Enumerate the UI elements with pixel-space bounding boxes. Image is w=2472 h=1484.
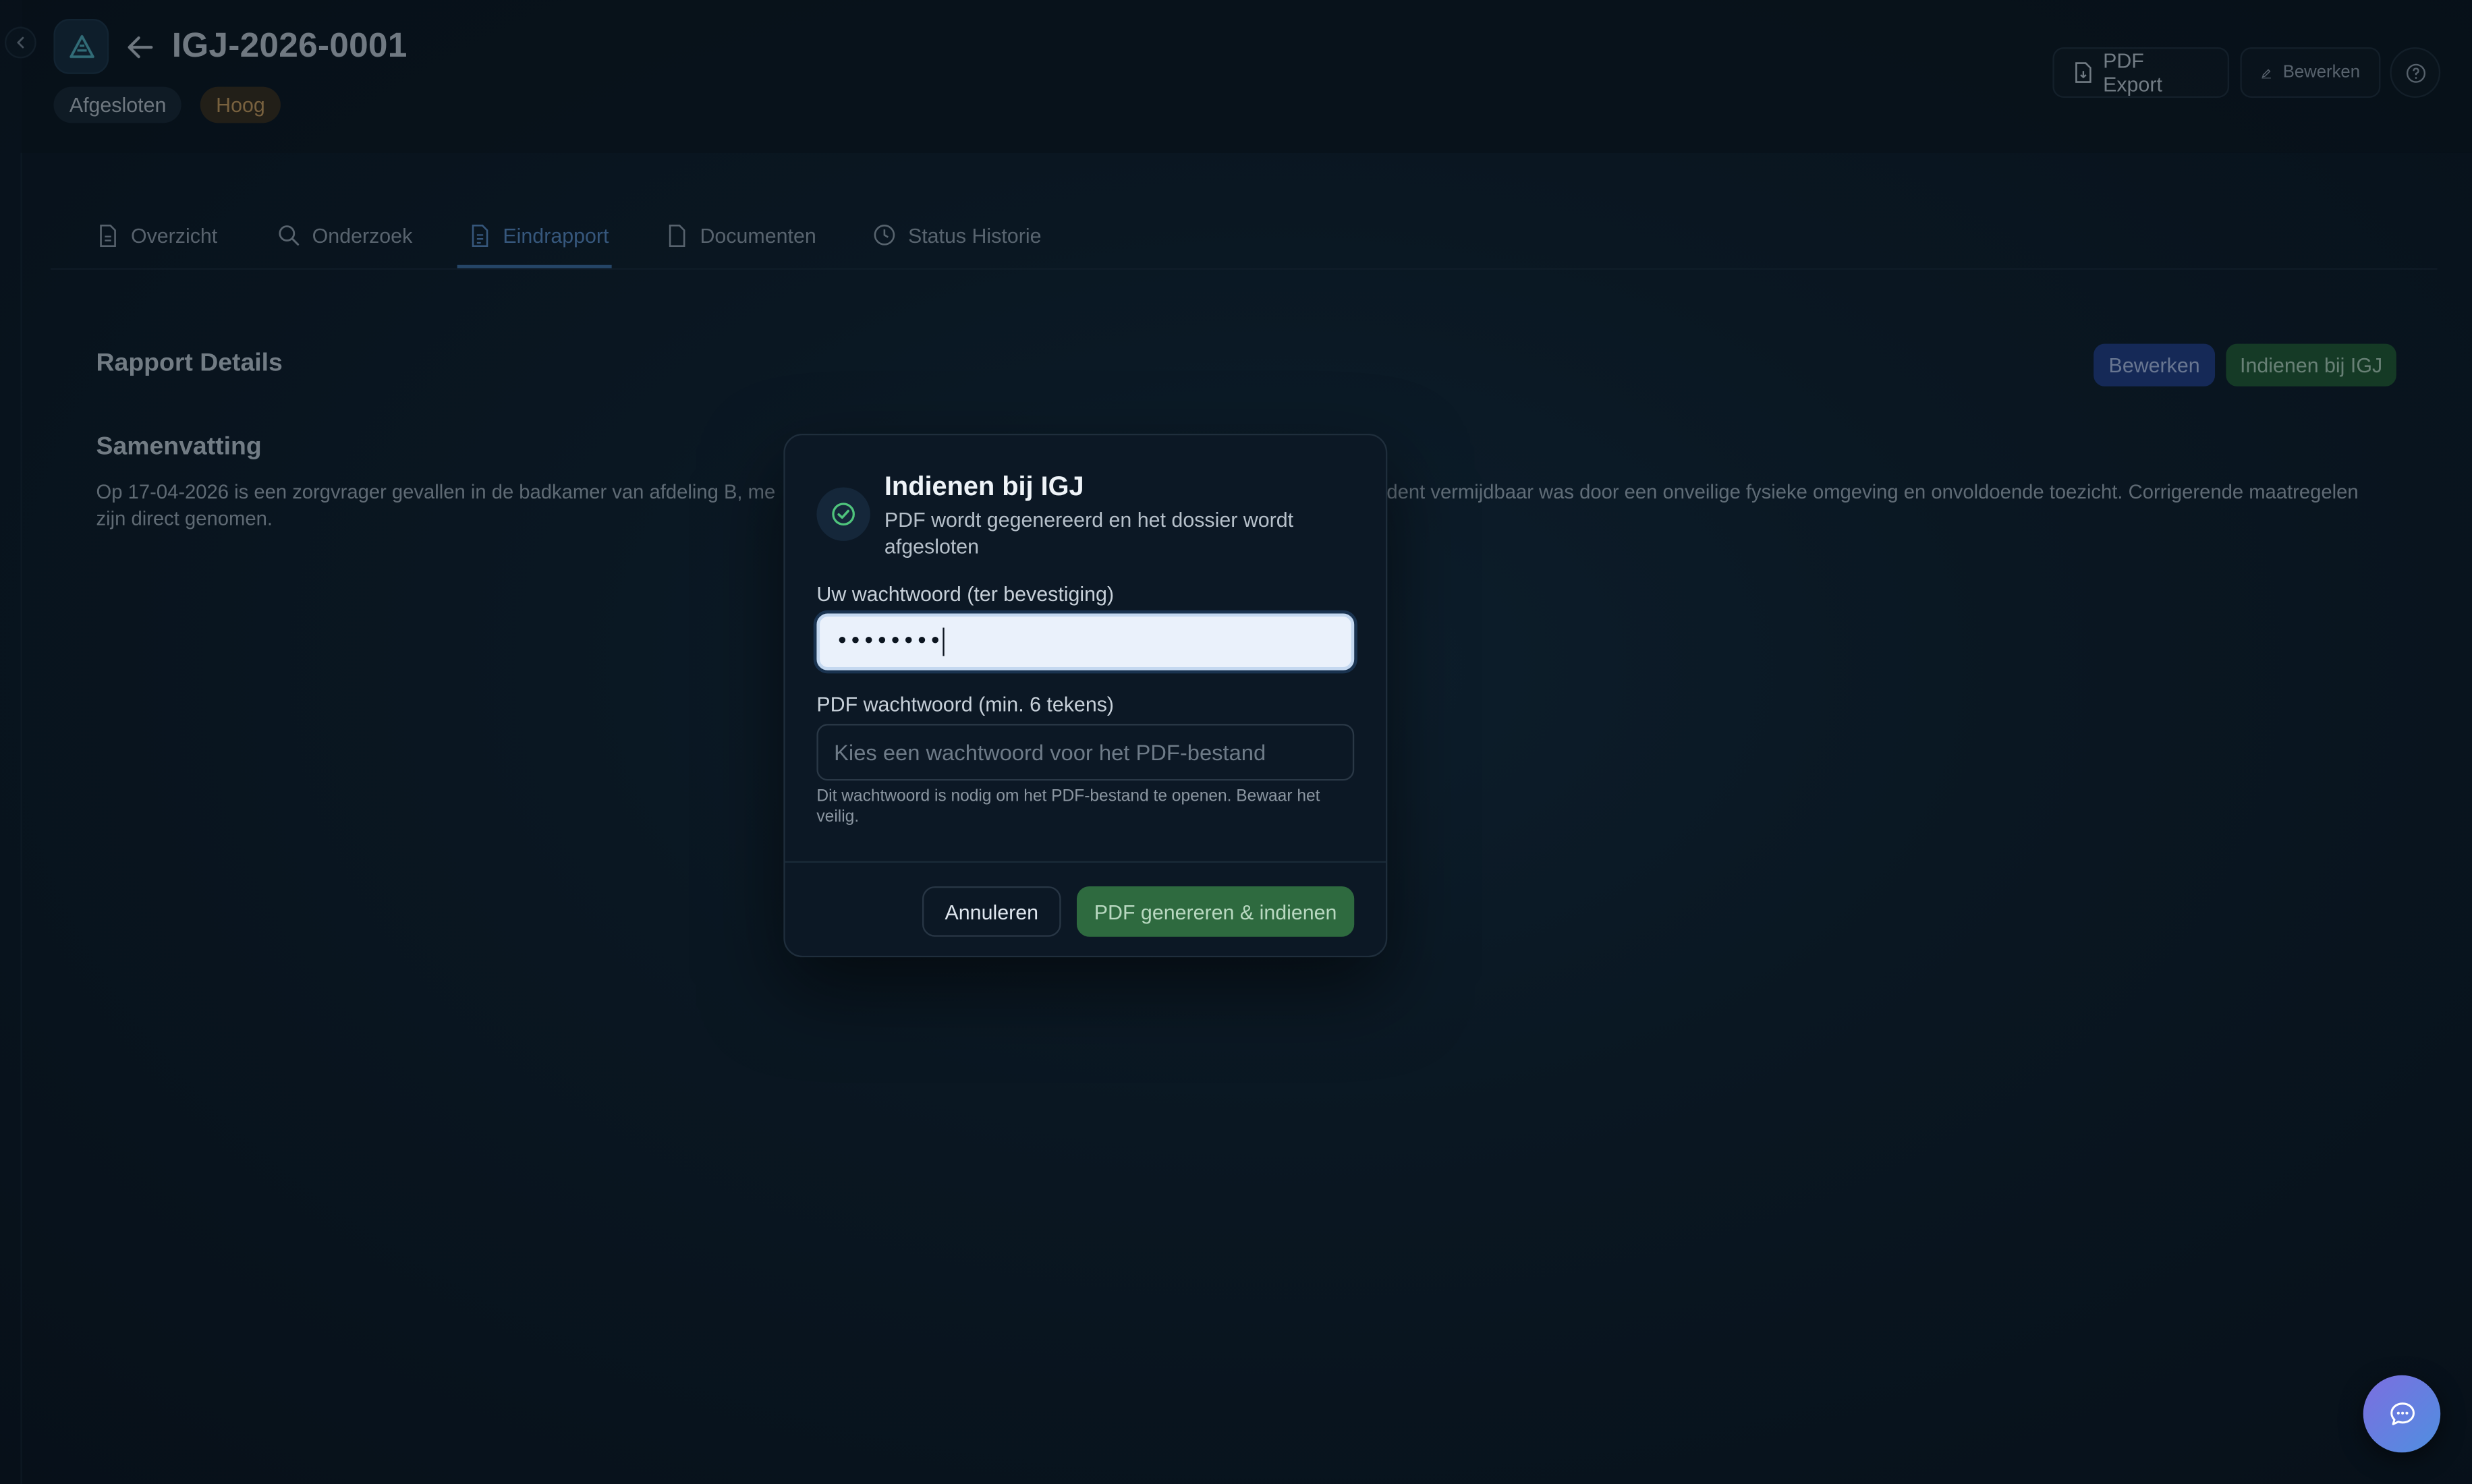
edit-icon [2262,68,2271,78]
tab-bar: Overzicht Onderzoek Eindrapport Document… [50,202,2438,270]
arrow-left-icon [128,36,153,59]
app-logo[interactable] [53,19,109,74]
dialog-title: Indienen bij IGJ [884,472,1084,502]
tab-label: Documenten [700,223,816,247]
password-label: Uw wachtwoord (ter bevestiging) [816,581,1115,606]
help-button[interactable] [2390,47,2441,98]
chevron-left-icon [16,36,24,49]
summary-text-part2: ident vermijdbaar was door een onveilige… [1382,481,2359,503]
text-caret [943,627,945,656]
pdf-export-button[interactable]: PDF Export [2052,47,2230,98]
file-icon [100,223,116,246]
page-title: IGJ-2026-0001 [171,25,408,65]
submit-igj-button[interactable]: Indienen bij IGJ [2226,343,2396,387]
report-details-title: Rapport Details [96,350,283,377]
search-icon [279,225,300,246]
priority-badge: Hoog [200,86,281,123]
password-input[interactable]: •••••••• [816,613,1355,670]
sidebar-collapse-button[interactable] [5,26,36,59]
back-button[interactable] [123,30,157,64]
dialog-subtitle: PDF wordt gegenereerd en het dossier wor… [884,507,1294,559]
pdf-export-label: PDF Export [2103,49,2162,96]
tab-label: Onderzoek [312,223,413,247]
pdf-password-placeholder: Kies een wachtwoord voor het PDF-bestand [834,739,1266,765]
summary-title: Samenvatting [96,433,262,461]
check-circle-icon [816,487,870,541]
tab-label: Eindrapport [503,223,609,247]
active-tab-indicator [457,264,612,268]
tab-eindrapport[interactable]: Eindrapport [464,202,615,268]
pdf-password-hint: Dit wachtwoord is nodig om het PDF-besta… [816,787,1320,827]
cancel-button[interactable]: Annuleren [922,886,1061,937]
document-icon [669,223,685,246]
chat-icon [2390,1402,2414,1425]
tab-label: Overzicht [130,223,218,247]
help-icon [2405,63,2425,82]
submit-dialog: Indienen bij IGJ PDF wordt gegenereerd e… [783,433,1388,958]
tab-overzicht[interactable]: Overzicht [92,202,224,268]
tab-documenten[interactable]: Documenten [661,202,822,268]
edit-report-button[interactable]: Bewerken [2094,343,2216,387]
password-value: •••••••• [835,629,943,655]
edit-header-button[interactable]: Bewerken [2240,47,2381,98]
generate-submit-button[interactable]: PDF genereren & indienen [1076,886,1355,937]
edit-header-label: Bewerken [2282,63,2361,82]
tab-onderzoek[interactable]: Onderzoek [271,202,419,268]
summary-text-line2: zijn direct genomen. [96,507,273,530]
chat-button[interactable] [2363,1375,2441,1453]
pdf-password-input[interactable]: Kies een wachtwoord voor het PDF-bestand [816,724,1355,781]
triangle-logo-icon [69,34,94,57]
dialog-divider [785,861,1386,863]
sidebar-rail [20,152,22,1484]
status-badge: Afgesloten [53,86,182,123]
pdf-password-label: PDF wachtwoord (min. 6 tekens) [816,692,1115,716]
file-download-icon [2075,62,2091,83]
tab-label: Status Historie [907,223,1042,247]
tab-status-historie[interactable]: Status Historie [867,202,1048,268]
file-text-icon [472,223,488,246]
summary-text-part1: Op 17-04-2026 is een zorgvrager gevallen… [96,481,776,503]
clock-icon [874,225,895,246]
